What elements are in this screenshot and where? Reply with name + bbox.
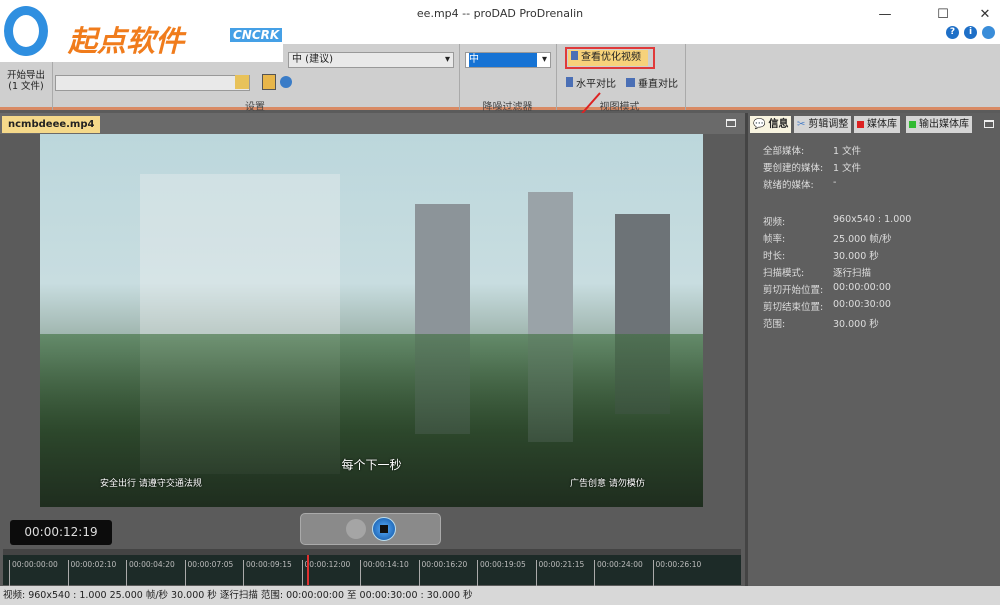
maximize-panel-icon[interactable] bbox=[984, 120, 994, 128]
refresh-icon[interactable] bbox=[280, 76, 292, 88]
subtitle-left: 安全出行 请遵守交通法规 bbox=[100, 479, 202, 489]
info-key: 视频: bbox=[763, 217, 786, 228]
film-icon[interactable] bbox=[262, 74, 276, 90]
timeline-tick: 00:00:24:00 bbox=[594, 560, 643, 586]
vertical-compare-icon bbox=[626, 78, 635, 87]
info-panel: 💬 信息 ✂ 剪辑调整 媒体库 输出媒体库 全部媒体: 1 文件 要创建的媒体: 1 文件… bbox=[745, 113, 1000, 586]
info-row: 范围: 30.000 秒 bbox=[763, 316, 879, 330]
timeline-tick: 00:00:00:00 bbox=[9, 560, 58, 586]
horizontal-compare-button[interactable]: 水平对比 bbox=[566, 75, 616, 90]
info-key: 剪切结束位置: bbox=[763, 302, 824, 313]
timecode-display: 00:00:12:19 bbox=[10, 520, 112, 545]
vertical-compare-button[interactable]: 垂直对比 bbox=[626, 75, 678, 90]
settings-icon[interactable] bbox=[982, 26, 995, 39]
maximize-button[interactable]: ☐ bbox=[920, 0, 966, 28]
settings-group-label: 设置 bbox=[245, 102, 265, 113]
timeline-tick: 00:00:19:05 bbox=[477, 560, 526, 586]
info-value: 00:00:30:00 bbox=[833, 299, 891, 310]
quality-select[interactable]: 中 (建议) ▾ bbox=[288, 52, 454, 68]
info-key: 范围: bbox=[763, 319, 786, 330]
output-path-combo[interactable]: ▾ bbox=[55, 75, 250, 91]
tools-icon: ✂ bbox=[797, 119, 806, 130]
maximize-panel-icon[interactable] bbox=[726, 119, 736, 127]
info-key: 扫描模式: bbox=[763, 268, 805, 279]
video-preview: 每个下一秒 安全出行 请遵守交通法规 广告创意 请勿模仿 bbox=[40, 134, 703, 507]
info-value: 00:00:00:00 bbox=[833, 282, 891, 293]
logo-icon bbox=[4, 6, 48, 56]
file-tab[interactable]: ncmbdeee.mp4 bbox=[2, 116, 101, 133]
timeline-tick: 00:00:16:20 bbox=[418, 560, 467, 586]
info-row: 视频: 960x540 : 1.000 bbox=[763, 214, 911, 228]
info-key: 时长: bbox=[763, 251, 786, 262]
info-row: 剪切开始位置: 00:00:00:00 bbox=[763, 282, 891, 296]
info-value: - bbox=[833, 177, 837, 188]
timeline-tick: 00:00:14:10 bbox=[360, 560, 409, 586]
stop-button[interactable] bbox=[372, 517, 396, 541]
view-icon bbox=[571, 51, 578, 60]
subtitle-main: 每个下一秒 bbox=[341, 458, 402, 472]
editor-tab-strip bbox=[0, 113, 745, 134]
info-key: 全部媒体: bbox=[763, 146, 805, 157]
playhead[interactable] bbox=[307, 555, 310, 585]
denoise-select[interactable]: 中 ▾ bbox=[465, 52, 551, 68]
subtitle-right: 广告创意 请勿模仿 bbox=[570, 479, 645, 489]
horizontal-compare-icon bbox=[566, 77, 573, 87]
info-key: 就绪的媒体: bbox=[763, 180, 814, 191]
close-button[interactable]: ✕ bbox=[962, 0, 1000, 28]
start-export-button[interactable]: 开始导出 (1 文件) bbox=[4, 70, 48, 92]
tab-media-library[interactable]: 媒体库 bbox=[854, 116, 900, 133]
info-row: 时长: 30.000 秒 bbox=[763, 248, 879, 262]
view-optimized-button[interactable]: 查看优化视频 bbox=[568, 50, 648, 66]
logo-text: 起点软件 bbox=[68, 24, 185, 58]
info-row: 帧率: 25.000 帧/秒 bbox=[763, 231, 891, 245]
tab-clip-adjust[interactable]: ✂ 剪辑调整 bbox=[794, 116, 852, 133]
playback-controls bbox=[300, 513, 441, 545]
info-row: 剪切结束位置: 00:00:30:00 bbox=[763, 299, 891, 313]
timeline-tick: 00:00:02:10 bbox=[67, 560, 116, 586]
red-square-icon bbox=[857, 121, 864, 128]
info-value: 960x540 : 1.000 bbox=[833, 214, 912, 225]
play-icon[interactable] bbox=[346, 519, 366, 539]
info-value: 1 文件 bbox=[833, 146, 862, 157]
info-value: 30.000 秒 bbox=[833, 251, 879, 262]
timeline-tick: 00:00:21:15 bbox=[535, 560, 584, 586]
tab-info[interactable]: 💬 信息 bbox=[750, 116, 792, 133]
timeline-tick: 00:00:26:10 bbox=[652, 560, 701, 586]
status-bar: 视频: 960x540 : 1.000 25.000 帧/秒 30.000 秒 … bbox=[0, 586, 1000, 605]
timeline-tick: 00:00:04:20 bbox=[126, 560, 175, 586]
minimize-button[interactable]: — bbox=[862, 0, 908, 28]
timeline-tick: 00:00:09:15 bbox=[243, 560, 292, 586]
start-export-label: 开始导出 bbox=[6, 70, 45, 81]
info-value: 1 文件 bbox=[833, 163, 862, 174]
info-icon[interactable]: i bbox=[964, 26, 977, 39]
tab-output-library[interactable]: 输出媒体库 bbox=[906, 116, 972, 133]
info-value: 30.000 秒 bbox=[833, 319, 879, 330]
info-key: 帧率: bbox=[763, 234, 786, 245]
info-row: 扫描模式: 逐行扫描 bbox=[763, 265, 871, 279]
green-square-icon bbox=[909, 121, 916, 128]
info-key: 剪切开始位置: bbox=[763, 285, 824, 296]
watermark-logo: 起点软件 CNCRK bbox=[0, 0, 283, 62]
timeline-tick: 00:00:07:05 bbox=[184, 560, 233, 586]
speech-bubble-icon: 💬 bbox=[753, 119, 766, 130]
info-key: 要创建的媒体: bbox=[763, 163, 824, 174]
info-row: 全部媒体: 1 文件 bbox=[763, 143, 861, 157]
folder-icon[interactable] bbox=[235, 75, 249, 89]
logo-brand: CNCRK bbox=[230, 28, 283, 42]
info-row: 就绪的媒体: - bbox=[763, 177, 836, 191]
start-export-count: (1 文件) bbox=[8, 81, 44, 92]
timeline[interactable]: 00:00:00:00 00:00:02:10 00:00:04:20 00:00:0… bbox=[3, 549, 741, 586]
info-value: 25.000 帧/秒 bbox=[833, 234, 892, 245]
help-icon[interactable]: ? bbox=[946, 26, 959, 39]
info-value: 逐行扫描 bbox=[833, 268, 872, 279]
info-row: 要创建的媒体: 1 文件 bbox=[763, 160, 861, 174]
